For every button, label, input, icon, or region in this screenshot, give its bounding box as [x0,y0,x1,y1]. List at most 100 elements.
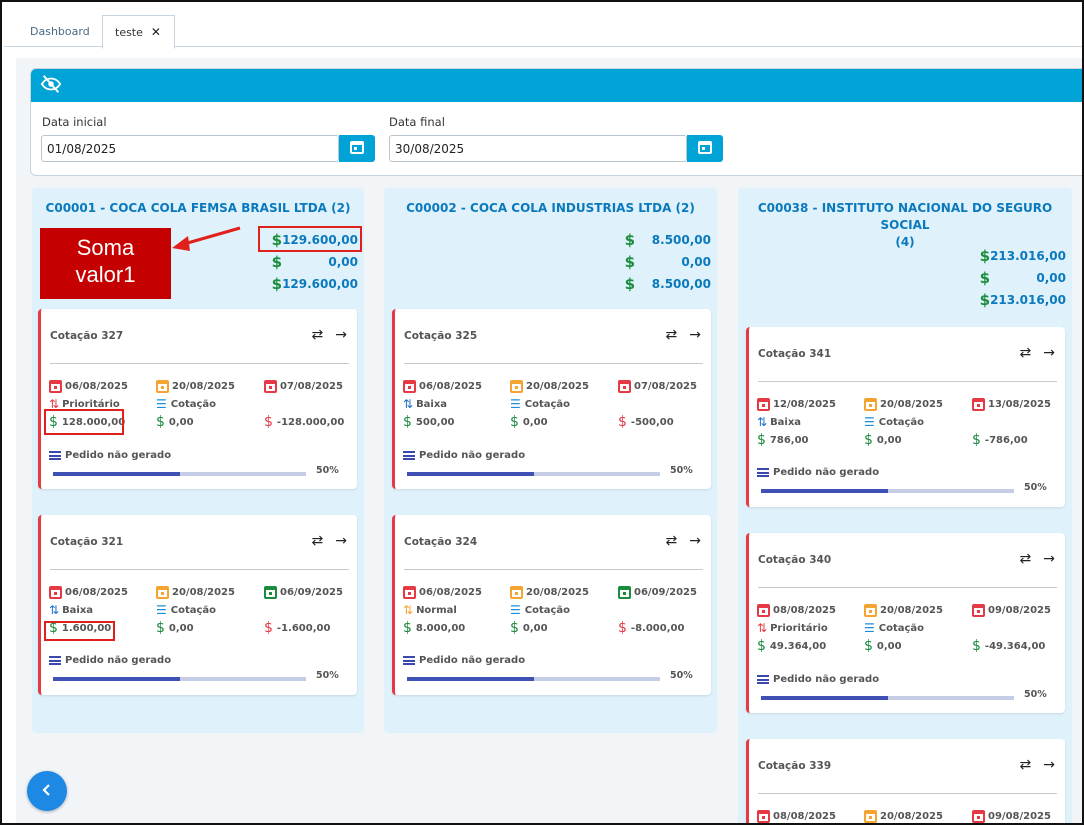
date-cell: 20/08/2025 [510,378,589,394]
value-cell: $ -786,00 [972,432,1028,448]
priority-normal-icon: ⇅ [403,603,414,617]
dollar-icon: $ [403,414,412,430]
calendar-icon [403,379,416,393]
date-cell: 06/08/2025 [49,378,128,394]
order-status: Pedido não gerado [757,671,879,687]
dollar-icon: $ [403,620,412,636]
divider [50,569,349,570]
status-cell: ☰ Cotação [510,603,571,617]
status-cell: ☰ Cotação [156,397,217,411]
swap-icon[interactable]: ⇄ [312,533,324,549]
dollar-icon: $ [156,620,165,636]
date-cell: 20/08/2025 [156,584,235,600]
card-title: Cotação 324 [404,536,478,548]
total-row: $8.500,00 [624,275,711,293]
dollar-icon: $ [972,638,981,654]
progress-percent: 50% [670,670,693,681]
eye-off-icon[interactable] [40,73,62,99]
quote-card[interactable]: Cotação 341 ⇄ → 12/08/2025 20/08/2025 13/… [746,327,1065,507]
calendar-icon [864,397,877,411]
tab-teste[interactable]: teste ✕ [102,15,175,49]
back-button[interactable] [27,771,67,811]
start-date-calendar-button[interactable] [339,135,375,162]
quote-card[interactable]: Cotação 321 ⇄ → 06/08/2025 20/08/2025 06/… [38,515,357,695]
list-icon [49,450,61,460]
arrow-right-icon[interactable]: → [689,327,701,343]
swap-icon[interactable]: ⇄ [312,327,324,343]
swap-icon[interactable]: ⇄ [1020,757,1032,773]
dollar-icon: $ [624,275,635,293]
list-icon [403,655,415,665]
start-date-label: Data inicial [42,115,107,129]
progress-percent: 50% [1024,482,1047,493]
card-title: Cotação 339 [758,760,832,772]
highlight-box [258,226,362,252]
quote-card[interactable]: Cotação 324 ⇄ → 06/08/2025 20/08/2025 06/… [392,515,711,695]
quote-card[interactable]: Cotação 340 ⇄ → 08/08/2025 20/08/2025 09/… [746,533,1065,713]
quote-card[interactable]: Cotação 325 ⇄ → 06/08/2025 20/08/2025 07/… [392,309,711,489]
swap-icon[interactable]: ⇄ [1020,345,1032,361]
end-date-calendar-button[interactable] [687,135,723,162]
order-status: Pedido não gerado [757,464,879,480]
swap-icon[interactable]: ⇄ [666,533,678,549]
dollar-icon: $ [156,414,165,430]
dollar-icon: $ [618,620,627,636]
quote-card[interactable]: Cotação 327 ⇄ → 06/08/2025 20/08/2025 07/… [38,309,357,489]
calendar-icon [757,603,770,617]
close-icon[interactable]: ✕ [151,25,161,39]
arrow-right-icon[interactable]: → [335,533,347,549]
date-cell: 13/08/2025 [972,396,1051,412]
priority-up-icon: ⇅ [757,621,768,635]
dollar-icon: $ [624,253,635,271]
list-icon [403,450,415,460]
arrow-right-icon[interactable]: → [1043,551,1055,567]
tab-dashboard[interactable]: Dashboard [18,14,102,48]
end-date-input[interactable]: 30/08/2025 [389,135,687,162]
divider [404,363,703,364]
arrow-right-icon[interactable]: → [689,533,701,549]
date-cell: 06/08/2025 [403,378,482,394]
calendar-icon [972,809,985,823]
calendar-icon [697,139,713,159]
value-cell: $ -8.000,00 [618,620,685,636]
dollar-icon: $ [624,231,635,249]
quote-card[interactable]: Cotação 339 ⇄ → 08/08/2025 20/08/2025 09/… [746,739,1065,823]
divider [758,793,1057,794]
priority-cell: ⇅ Baixa [403,397,448,411]
calendar-icon [757,397,770,411]
swap-icon[interactable]: ⇄ [1020,551,1032,567]
date-cell: 20/08/2025 [864,396,943,412]
filter-icon: ☰ [864,621,875,635]
start-date-input[interactable]: 01/08/2025 [41,135,339,162]
tab-teste-label: teste [115,25,143,39]
calendar-icon [510,379,523,393]
calendar-icon [49,585,62,599]
order-status: Pedido não gerado [49,447,171,463]
chevron-left-icon [40,782,54,801]
filter-icon: ☰ [510,603,521,617]
priority-cell: ⇅ Prioritário [757,621,828,635]
calendar-icon [864,603,877,617]
value-cell: $0,00 [510,620,548,636]
calendar-icon [156,585,169,599]
priority-cell: ⇅ Baixa [757,415,802,429]
date-cell: 12/08/2025 [757,396,836,412]
swap-icon[interactable]: ⇄ [666,327,678,343]
value-cell: $ -500,00 [618,414,674,430]
value-cell: $49.364,00 [757,638,827,654]
value-cell: $0,00 [156,620,194,636]
date-cell: 20/08/2025 [864,602,943,618]
arrow-right-icon[interactable]: → [1043,345,1055,361]
arrow-right-icon[interactable]: → [335,327,347,343]
progress-percent: 50% [670,465,693,476]
date-cell: 06/09/2025 [618,584,697,600]
filter-panel: Data inicial 01/08/2025 Data final 30/08… [30,68,1082,176]
calendar-icon [403,585,416,599]
list-icon [49,655,61,665]
arrow-right-icon[interactable]: → [1043,757,1055,773]
status-cell: ☰ Cotação [864,621,925,635]
dollar-icon: $ [510,620,519,636]
customer-column: C00038 - INSTITUTO NACIONAL DO SEGURO SO… [738,188,1072,823]
date-cell: 08/08/2025 [757,602,836,618]
priority-cell: ⇅ Normal [403,603,457,617]
